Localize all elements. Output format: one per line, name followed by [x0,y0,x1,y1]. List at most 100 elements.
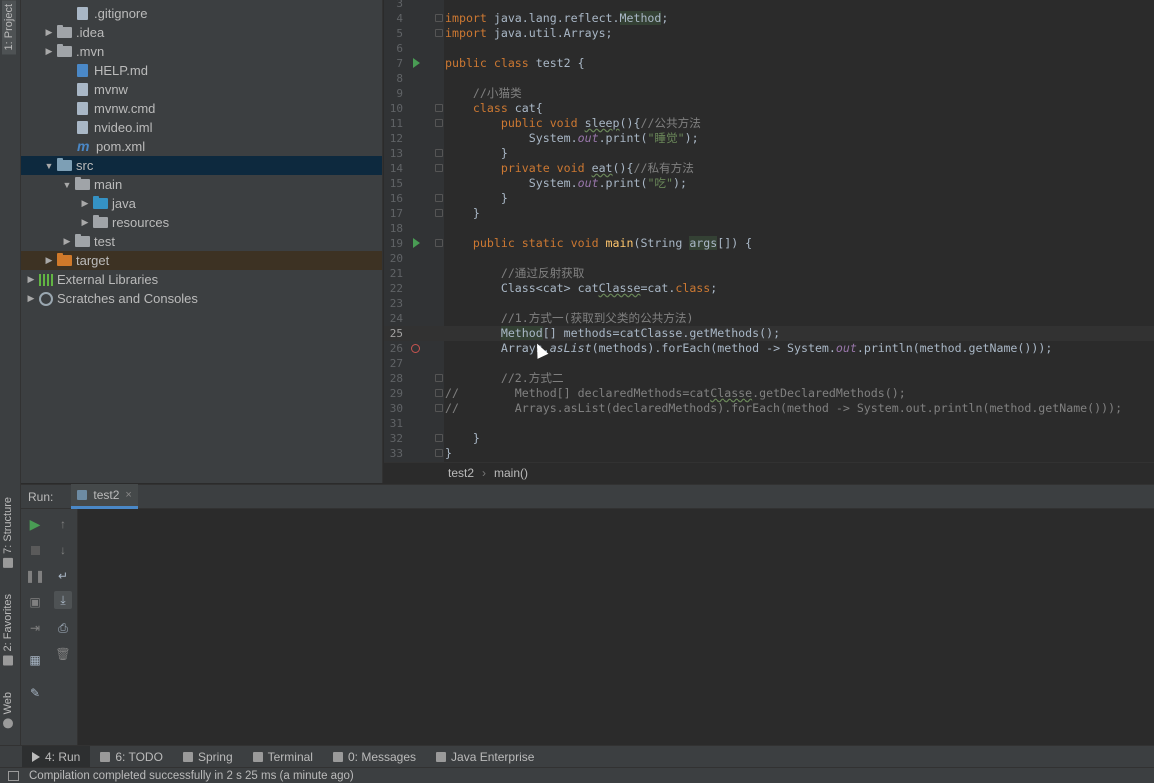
chevron-right-icon[interactable]: ▶ [43,255,55,266]
code-line[interactable]: 24 //1.方式一(获取到父类的公共方法) [384,311,1154,326]
fold-icon[interactable] [435,239,443,247]
chevron-right-icon[interactable]: ▶ [25,293,37,304]
code-line[interactable]: 5 import java.util.Arrays; [384,26,1154,41]
chevron-right-icon[interactable]: ▶ [25,274,37,285]
fold-icon[interactable] [435,119,443,127]
fold-icon[interactable] [435,389,443,397]
code-line[interactable]: 29 // Method[] declaredMethods=catClasse.… [384,386,1154,401]
tree-item-scratches-and-consoles[interactable]: ▶ Scratches and Consoles [21,289,382,308]
tree-item-pom-xml[interactable]: m pom.xml [21,137,382,156]
pause-icon[interactable]: ❚❚ [25,567,45,585]
pin-icon[interactable]: ✎ [26,684,44,702]
code-line[interactable]: 11 public void sleep(){//公共方法 [384,116,1154,131]
tool-button-java-enterprise[interactable]: Java Enterprise [426,746,544,768]
arrow-up-icon[interactable]: ↑ [54,515,72,533]
tree-item-help-md[interactable]: HELP.md [21,61,382,80]
fold-icon[interactable] [435,29,443,37]
run-gutter-icon[interactable] [413,238,420,248]
tool-button-terminal[interactable]: Terminal [243,746,323,768]
run-console-output[interactable] [79,509,1154,745]
code-line[interactable]: 17 } [384,206,1154,221]
code-line[interactable]: 23 [384,296,1154,311]
tree-item-src[interactable]: ▼ src [21,156,382,175]
code-line[interactable]: 20 [384,251,1154,266]
run-config-tab[interactable]: test2 × [71,484,138,509]
tree-item-test[interactable]: ▶ test [21,232,382,251]
fold-icon[interactable] [435,404,443,412]
chevron-right-icon[interactable]: ▶ [43,27,55,38]
tab-web[interactable]: Web [2,692,14,729]
code-line[interactable]: 16 } [384,191,1154,206]
code-line[interactable]: 8 [384,71,1154,86]
code-line[interactable]: 6 [384,41,1154,56]
tree-item-mvn[interactable]: ▶ .mvn [21,42,382,61]
code-line[interactable]: 15 System.out.print("吃"); [384,176,1154,191]
camera-icon[interactable]: ▣ [26,593,44,611]
tree-item-resources[interactable]: ▶ resources [21,213,382,232]
tree-item-mvnw[interactable]: mvnw [21,80,382,99]
fold-icon[interactable] [435,434,443,442]
code-line[interactable]: 7 public class test2 { [384,56,1154,71]
fold-icon[interactable] [435,449,443,457]
code-line[interactable]: 10 class cat{ [384,101,1154,116]
chevron-right-icon[interactable]: ▶ [79,217,91,228]
arrow-down-icon[interactable]: ↓ [54,541,72,559]
code-editor[interactable]: 3 4 import java.lang.reflect.Method; 5 impor… [384,0,1154,462]
fold-icon[interactable] [435,149,443,157]
tool-button-4-run[interactable]: 4: Run [22,745,91,768]
fold-icon[interactable] [435,194,443,202]
tree-item-target[interactable]: ▶ target [21,251,382,270]
soft-wrap-icon[interactable]: ↵ [54,567,72,585]
exit-icon[interactable]: ⇥ [26,619,44,637]
chevron-right-icon[interactable]: ▶ [61,236,73,247]
run-gutter-icon[interactable] [413,58,420,68]
print-icon[interactable]: ⎙ [54,619,72,637]
code-line[interactable]: 21 //通过反射获取 [384,266,1154,281]
chevron-down-icon[interactable]: ▼ [43,161,55,171]
rerun-icon[interactable]: ▶ [26,515,44,533]
code-line[interactable]: 33} [384,446,1154,461]
tree-item-mvnw-cmd[interactable]: mvnw.cmd [21,99,382,118]
tree-item-external-libraries[interactable]: ▶ External Libraries [21,270,382,289]
breakpoint-icon[interactable] [411,344,420,353]
fold-icon[interactable] [435,374,443,382]
tool-button-spring[interactable]: Spring [173,746,243,768]
layout-icon[interactable]: ▦ [26,651,44,669]
code-line[interactable]: 30 // Arrays.asList(declaredMethods).forE… [384,401,1154,416]
breadcrumb-class[interactable]: test2 [448,466,474,480]
tree-item-nvideo-iml[interactable]: nvideo.iml [21,118,382,137]
code-line[interactable]: 18 [384,221,1154,236]
fold-icon[interactable] [435,164,443,172]
tab-project[interactable]: 1: Project [2,0,16,55]
trash-icon[interactable]: 🗑 [54,645,72,663]
close-icon[interactable]: × [125,489,131,501]
code-line[interactable]: 3 [384,0,1154,11]
code-line[interactable]: 27 [384,356,1154,371]
tool-button-0-messages[interactable]: 0: Messages [323,746,426,768]
code-line[interactable]: 12 System.out.print("睡觉"); [384,131,1154,146]
scroll-to-end-icon[interactable]: ⤓ [54,591,72,609]
code-line[interactable]: 22 Class<cat> catClasse=cat.class; [384,281,1154,296]
code-line[interactable]: 31 [384,416,1154,431]
tree-item-main[interactable]: ▼ main [21,175,382,194]
code-line[interactable]: 26 Arrays.asList(methods).forEach(method… [384,341,1154,356]
tab-structure[interactable]: 7: Structure [2,497,14,568]
stop-icon[interactable] [26,541,44,559]
code-line[interactable]: 9 //小猫类 [384,86,1154,101]
tree-item-gitignore[interactable]: .gitignore [21,4,382,23]
code-line[interactable]: 14 private void eat(){//私有方法 [384,161,1154,176]
code-line[interactable]: 13 } [384,146,1154,161]
chevron-down-icon[interactable]: ▼ [61,180,73,190]
tool-button-6-todo[interactable]: 6: TODO [90,746,173,768]
chevron-right-icon[interactable]: ▶ [79,198,91,209]
breadcrumb-method[interactable]: main() [494,466,528,480]
tree-item-java[interactable]: ▶ java [21,194,382,213]
code-line[interactable]: 19 public static void main(String args[]… [384,236,1154,251]
tab-favorites[interactable]: 2: Favorites [2,594,14,666]
code-line[interactable]: 4 import java.lang.reflect.Method; [384,11,1154,26]
fold-icon[interactable] [435,209,443,217]
code-line[interactable]: 28 //2.方式二 [384,371,1154,386]
fold-icon[interactable] [435,14,443,22]
panel-toggle-icon[interactable] [8,770,19,781]
tree-item-idea[interactable]: ▶ .idea [21,23,382,42]
